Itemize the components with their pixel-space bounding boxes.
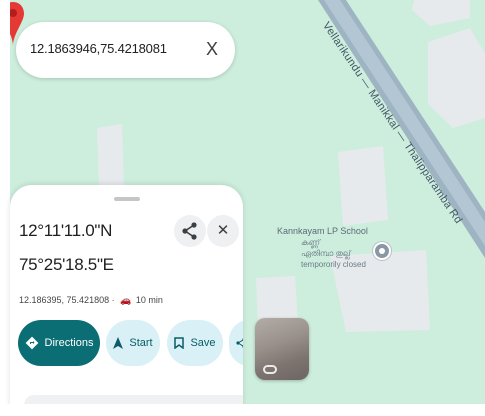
search-input[interactable]: 12.1863946,75.4218081 (30, 41, 167, 56)
street-view-thumbnail[interactable] (255, 318, 309, 380)
start-label: Start (129, 337, 153, 349)
school-name: Kannkayam LP School (277, 226, 368, 236)
share-icon (236, 338, 243, 348)
sheet-drag-handle[interactable] (114, 197, 140, 201)
bottom-edge (0, 404, 485, 416)
directions-icon (25, 336, 38, 350)
directions-button[interactable]: Directions (18, 320, 100, 366)
share-button[interactable] (174, 215, 206, 247)
decimal-coordinates: 12.186395, 75.421808 (19, 295, 110, 305)
longitude-dms: 75°25'18.5"E (19, 255, 114, 274)
map-building (412, 0, 470, 26)
navigation-arrow-icon (113, 337, 124, 349)
school-status: tempororily closed (301, 260, 366, 269)
school-place-icon[interactable] (373, 242, 391, 260)
coordinates-subline: 12.186395, 75.421808 · 🚗 10 min (19, 295, 163, 305)
school-label[interactable]: Kannkayam LP School കണ്ണ് ഏതിമ്പാ തുല്ല്… (277, 226, 387, 270)
street-view-icon (263, 365, 277, 374)
search-bar[interactable]: 12.1863946,75.4218081 X (16, 22, 235, 78)
clear-search-button[interactable]: X (199, 36, 225, 62)
close-sheet-button[interactable]: ✕ (207, 215, 239, 247)
start-button[interactable]: Start (106, 320, 160, 366)
map-building (428, 28, 485, 128)
share-chip-button[interactable] (229, 320, 243, 366)
place-bottom-sheet[interactable]: 12°11'11.0"N 75°25'18.5"E ✕ 12.186395, 7… (10, 185, 243, 416)
bookmark-icon (174, 337, 185, 349)
map-building (97, 124, 124, 190)
map-building (338, 146, 388, 226)
save-label: Save (190, 337, 216, 349)
directions-label: Directions (44, 337, 94, 349)
map-left-margin (0, 0, 10, 416)
share-icon (182, 222, 197, 240)
latitude-dms: 12°11'11.0"N (19, 221, 113, 240)
car-icon: 🚗 (120, 295, 132, 305)
save-button[interactable]: Save (167, 320, 223, 366)
close-icon: ✕ (216, 222, 230, 239)
drive-time: 10 min (135, 295, 163, 305)
